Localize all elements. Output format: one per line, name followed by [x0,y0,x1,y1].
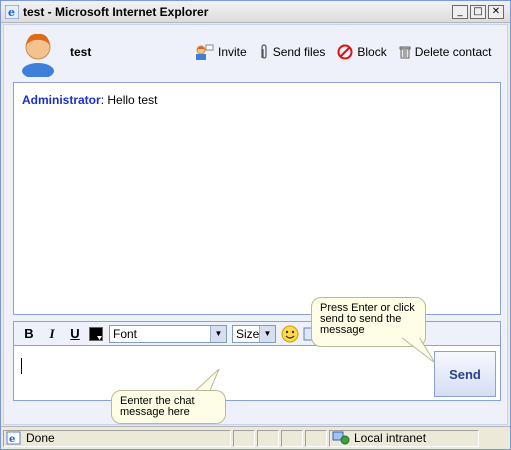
maximize-button[interactable]: □ [470,4,486,19]
size-select-value: Size [236,326,260,341]
message-sender: Administrator [22,93,101,107]
status-slot [281,429,303,447]
bold-button[interactable]: B [20,326,38,341]
invite-button[interactable]: Invite [194,44,247,60]
chat-message: Administrator: Hello test [22,93,157,107]
status-slot [305,429,327,447]
browser-window: e test - Microsoft Internet Explorer _ □… [0,0,511,450]
send-files-button[interactable]: Send files [259,44,326,60]
send-hint-text: Press Enter or click send to send the me… [320,302,415,336]
title-bar[interactable]: e test - Microsoft Internet Explorer _ □… [1,1,510,23]
tooltip-pointer [399,335,436,364]
input-hint-tooltip: Eenter the chat message here [111,390,226,424]
paperclip-icon [261,44,267,59]
chevron-down-icon: ▼ [259,325,275,342]
ie-icon: e [5,4,19,19]
input-hint-text: Eenter the chat message here [120,395,195,418]
message-text: Hello test [107,93,158,107]
intranet-icon [332,431,350,445]
delete-contact-button[interactable]: Delete contact [399,45,492,59]
font-select-value: Font [113,326,138,341]
zone-panel: Local intranet [329,429,479,447]
status-text: Done [26,431,55,445]
svg-text:e: e [8,6,15,19]
avatar [22,33,54,77]
underline-button[interactable]: U [66,326,84,341]
invite-label: Invite [218,45,247,59]
block-label: Block [357,45,387,59]
block-button[interactable]: Block [337,44,387,60]
delete-contact-label: Delete contact [414,45,492,59]
contact-name: test [70,45,92,59]
chat-history[interactable]: Administrator: Hello test [13,82,501,315]
contact-toolbar: Invite Send files Block Delete contact [194,44,503,60]
text-caret [21,358,22,374]
close-button[interactable]: ✕ [488,4,504,19]
chat-window: test Invite Send files Block Delete cont… [3,24,508,425]
chevron-down-icon: ▼ [210,325,226,342]
status-slot [257,429,279,447]
italic-button[interactable]: I [43,326,61,342]
ie-page-icon: e [6,431,21,445]
color-dropdown-icon [97,335,102,340]
status-bar: e Done Local intranet [1,426,510,449]
size-select[interactable]: Size ▼ [232,324,276,343]
font-select[interactable]: Font ▼ [109,324,227,343]
text-color-button[interactable] [89,326,103,341]
zone-text: Local intranet [354,431,427,445]
block-icon [337,44,353,60]
trash-icon [399,46,411,59]
svg-text:e: e [9,434,15,445]
send-button[interactable]: Send [434,351,496,397]
smiley-icon[interactable] [281,325,299,343]
invite-icon [196,44,214,60]
status-slot [233,429,255,447]
minimize-button[interactable]: _ [452,4,468,19]
send-files-label: Send files [272,45,326,59]
window-title: test - Microsoft Internet Explorer [23,4,209,19]
status-panel: e Done [3,429,231,447]
message-separator: : [100,93,105,107]
